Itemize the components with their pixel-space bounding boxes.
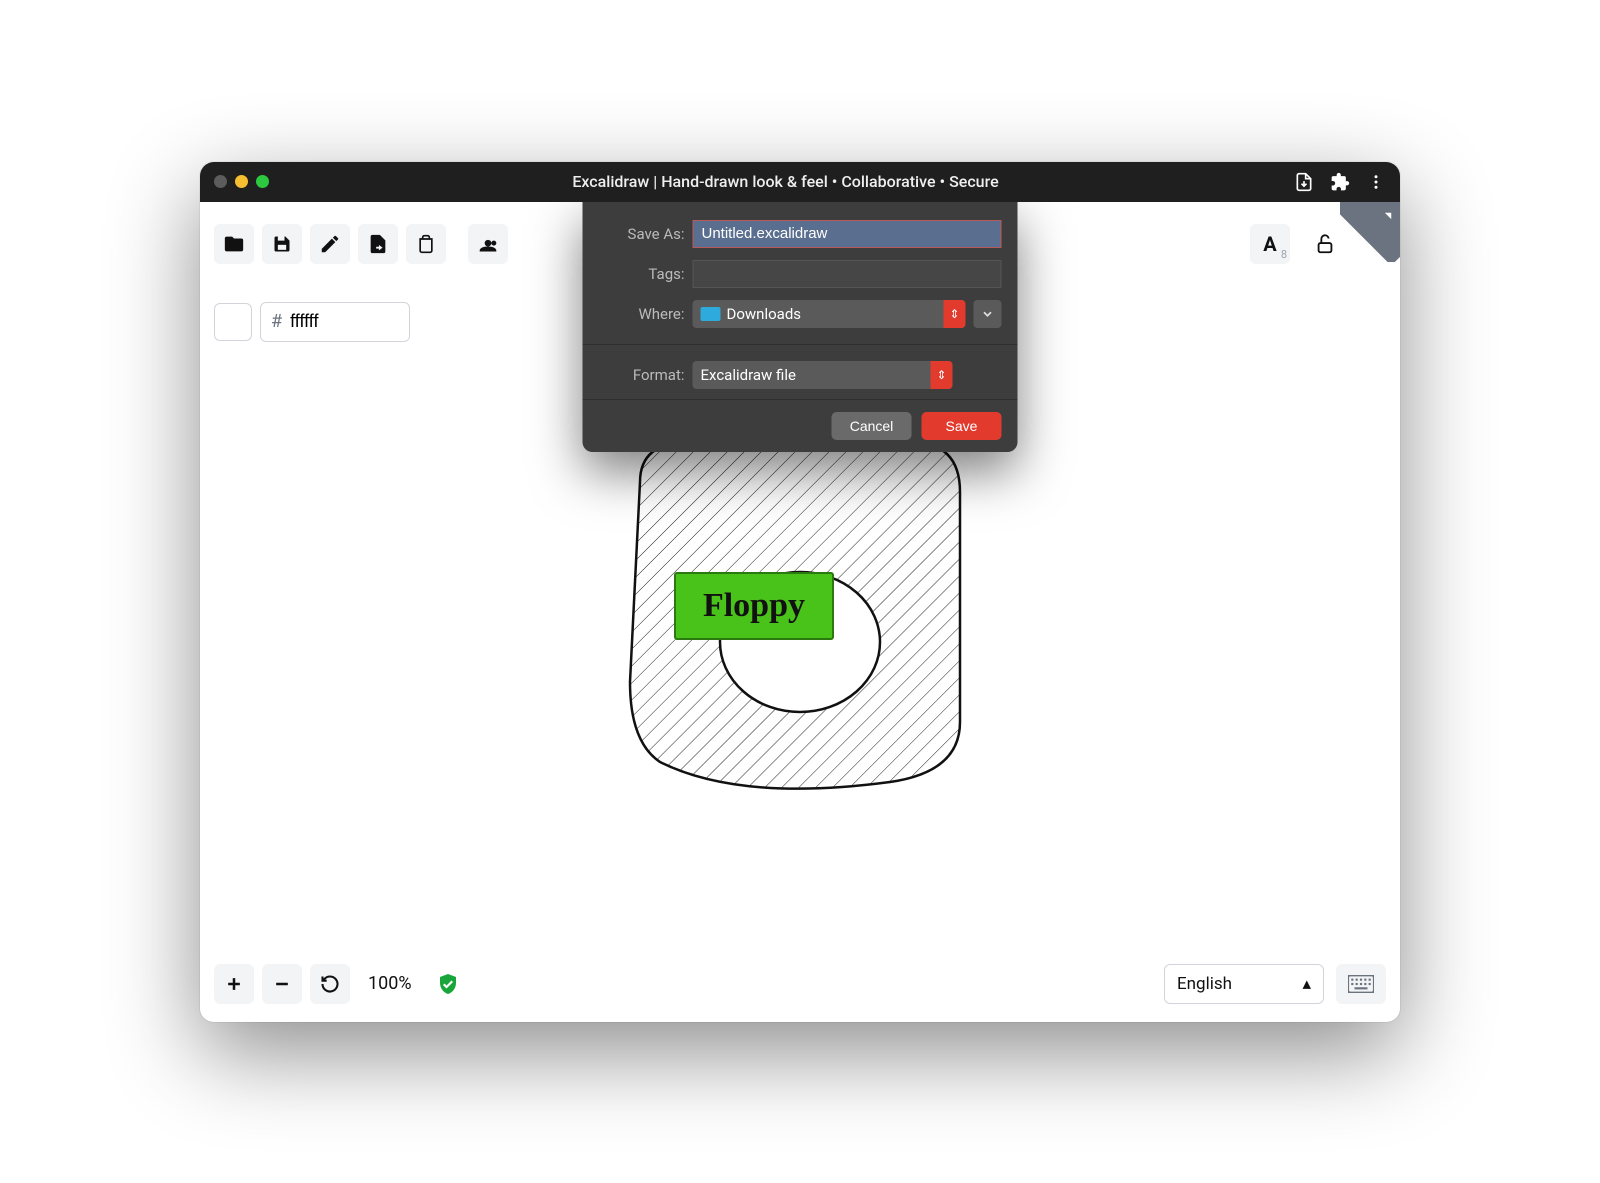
expand-dialog-button[interactable]	[974, 300, 1002, 328]
bottom-right-controls: English ▴	[1164, 964, 1386, 1004]
minus-icon	[272, 974, 292, 994]
hash-icon: #	[271, 311, 282, 332]
save-confirm-button[interactable]: Save	[922, 412, 1002, 440]
lock-toggle[interactable]	[1310, 229, 1340, 259]
zoom-reset-button[interactable]	[310, 964, 350, 1004]
shortcuts-button[interactable]	[1336, 964, 1386, 1004]
export-button[interactable]	[358, 224, 398, 264]
encryption-shield-icon[interactable]	[436, 972, 460, 996]
delete-button[interactable]	[406, 224, 446, 264]
select-stepper-icon: ⇕	[931, 361, 953, 389]
shape-toolbar-partial: A 8	[1250, 224, 1340, 264]
language-value: English	[1177, 974, 1232, 994]
language-select[interactable]: English ▴	[1164, 964, 1324, 1004]
format-value: Excalidraw file	[701, 366, 796, 384]
select-stepper-icon: ⇕	[944, 300, 966, 328]
tags-label: Tags:	[599, 265, 685, 283]
filename-input[interactable]	[693, 220, 1002, 248]
zoom-toolbar: 100%	[214, 964, 460, 1004]
color-swatch[interactable]	[214, 303, 252, 341]
floppy-icon	[272, 234, 292, 254]
kebab-menu-icon[interactable]	[1366, 172, 1386, 192]
reset-icon	[320, 974, 340, 994]
people-icon	[476, 234, 500, 254]
file-toolbar	[214, 224, 508, 264]
cancel-button[interactable]: Cancel	[832, 412, 912, 440]
zoom-in-button[interactable]	[214, 964, 254, 1004]
format-label: Format:	[599, 366, 685, 384]
keyboard-icon	[1348, 975, 1374, 993]
excalidraw-canvas[interactable]: # A 8	[200, 202, 1400, 1022]
browser-window: Excalidraw | Hand-drawn look & feel • Co…	[200, 162, 1400, 1022]
collaborate-button[interactable]	[468, 224, 508, 264]
chevron-down-icon	[981, 307, 995, 321]
window-titlebar: Excalidraw | Hand-drawn look & feel • Co…	[200, 162, 1400, 202]
save-button[interactable]	[262, 224, 302, 264]
close-window-icon[interactable]	[214, 175, 227, 188]
color-hex-field[interactable]: #	[260, 302, 410, 342]
pencil-floppy-icon	[319, 233, 341, 255]
color-hex-input[interactable]	[288, 310, 378, 333]
color-panel: #	[214, 302, 410, 342]
minimize-window-icon[interactable]	[235, 175, 248, 188]
export-icon	[367, 233, 389, 255]
folder-open-icon	[223, 233, 245, 255]
open-button[interactable]	[214, 224, 254, 264]
extensions-icon[interactable]	[1330, 172, 1350, 192]
text-tool[interactable]: A 8	[1250, 224, 1290, 264]
caret-up-icon: ▴	[1302, 974, 1311, 994]
drawing-shape[interactable]: Floppy	[590, 402, 1010, 822]
trash-icon	[416, 234, 436, 254]
window-controls	[214, 175, 269, 188]
zoom-value: 100%	[368, 973, 412, 994]
page-title: Excalidraw | Hand-drawn look & feel • Co…	[287, 172, 1284, 191]
file-download-icon[interactable]	[1294, 172, 1314, 192]
unlock-icon	[1314, 233, 1336, 255]
tags-input[interactable]	[693, 260, 1002, 288]
plus-icon	[224, 974, 244, 994]
where-select[interactable]: Downloads ⇕	[693, 300, 966, 328]
tool-index-badge: 8	[1281, 248, 1287, 261]
drawing-label[interactable]: Floppy	[674, 572, 834, 640]
text-tool-icon: A	[1263, 232, 1276, 256]
save-as-label: Save As:	[599, 225, 685, 243]
github-ribbon[interactable]	[1340, 202, 1400, 262]
maximize-window-icon[interactable]	[256, 175, 269, 188]
folder-icon	[701, 307, 721, 321]
zoom-out-button[interactable]	[262, 964, 302, 1004]
where-value: Downloads	[727, 305, 802, 323]
save-dialog: Save As: Tags: Where: Downloads ⇕	[583, 202, 1018, 452]
save-as-button[interactable]	[310, 224, 350, 264]
drawing-label-text: Floppy	[703, 587, 805, 625]
drawing: Floppy	[590, 402, 1010, 822]
browser-actions	[1294, 172, 1386, 192]
where-label: Where:	[599, 305, 685, 323]
format-select[interactable]: Excalidraw file ⇕	[693, 361, 953, 389]
